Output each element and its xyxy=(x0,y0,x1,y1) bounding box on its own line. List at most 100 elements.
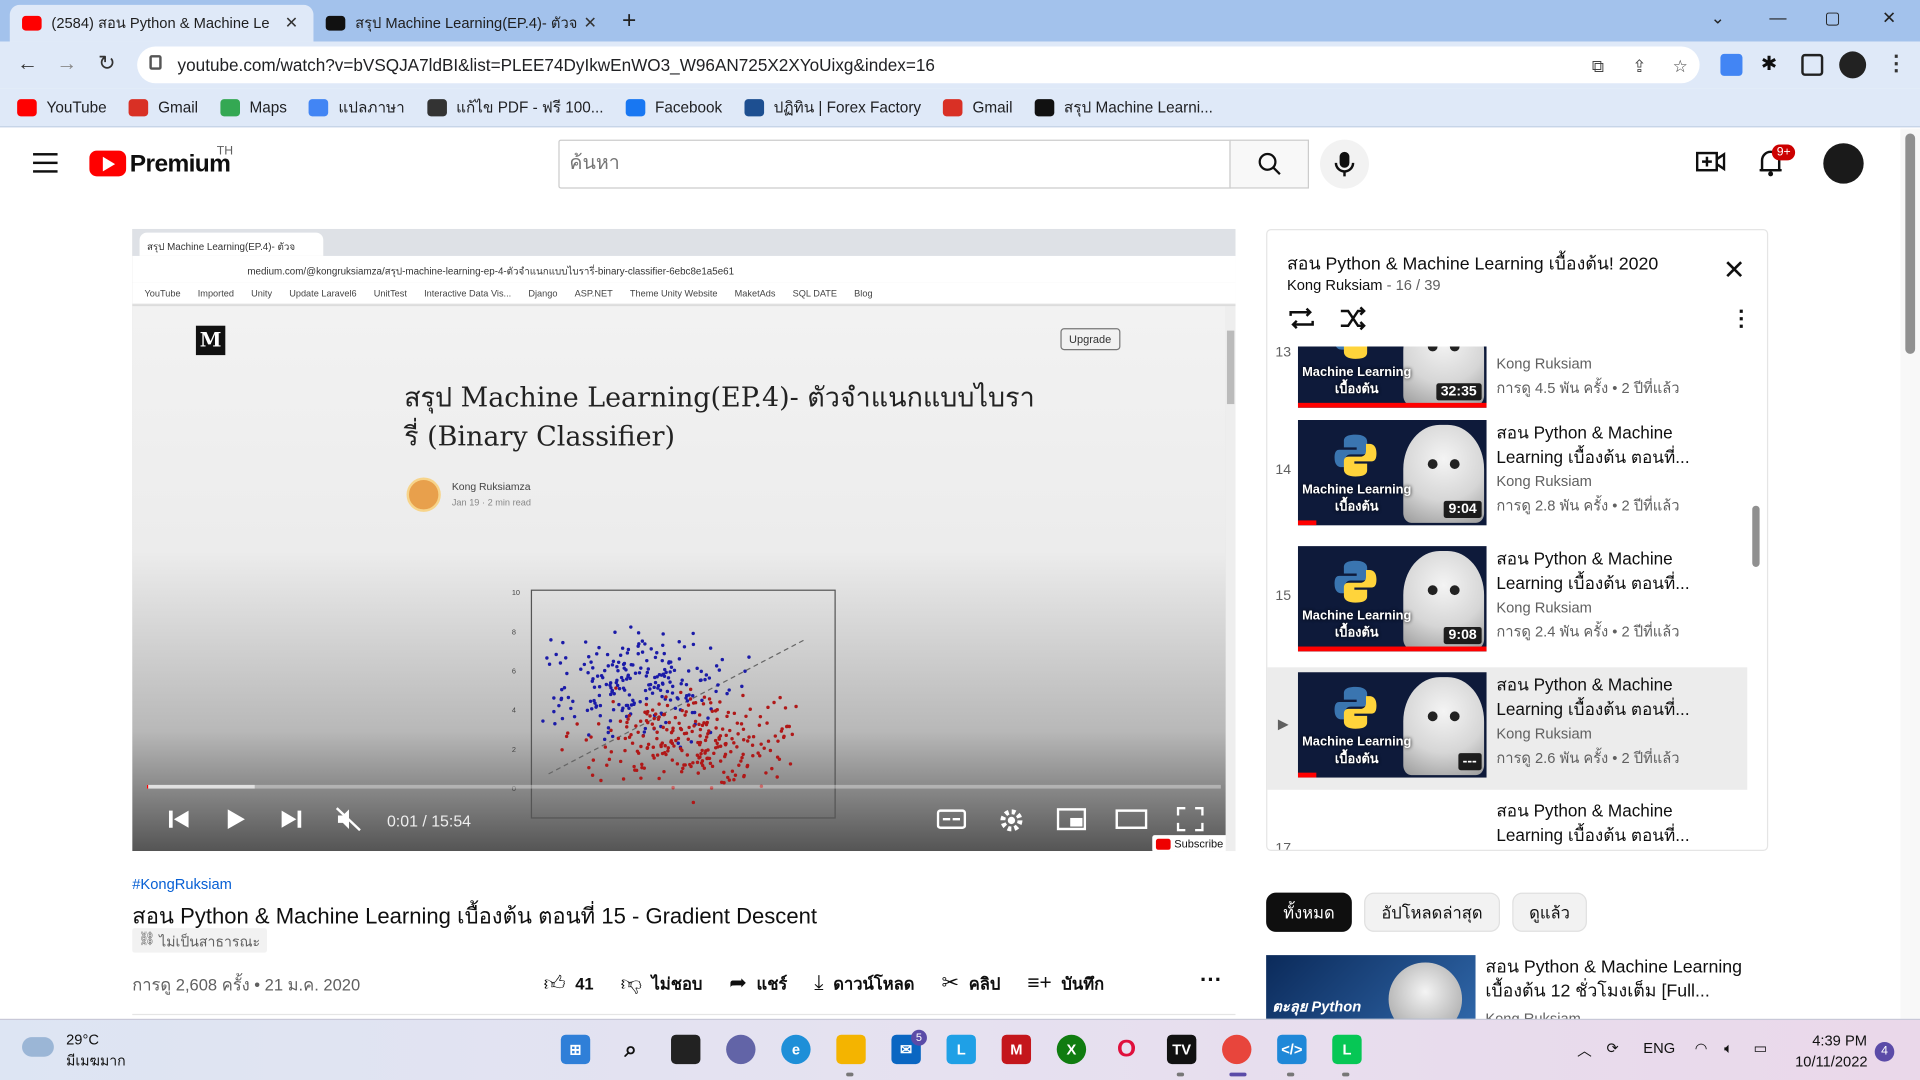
edge-browser-icon[interactable]: e xyxy=(781,1034,811,1065)
page-scrollbar-thumb[interactable] xyxy=(1905,133,1916,354)
dislike-button[interactable]: 👎︎ ไม่ชอบ xyxy=(621,970,703,997)
miniplayer-icon[interactable] xyxy=(1056,807,1087,831)
minimize-button[interactable]: — xyxy=(1769,7,1786,27)
play-icon[interactable] xyxy=(223,807,247,831)
chip-recent-uploads[interactable]: อัปโหลดล่าสุด xyxy=(1364,892,1500,932)
bookmark-item[interactable]: Facebook xyxy=(625,98,722,116)
download-button[interactable]: ⤓ ดาวน์โหลด xyxy=(814,970,914,997)
close-playlist-icon[interactable]: ✕ xyxy=(1723,255,1746,287)
loop-icon[interactable] xyxy=(1287,306,1316,330)
new-tab-button[interactable]: + xyxy=(622,7,636,35)
temperature[interactable]: 29°C xyxy=(66,1031,99,1048)
search-field[interactable] xyxy=(558,139,1231,189)
voice-search-button[interactable] xyxy=(1320,139,1369,189)
playlist-thumbnail[interactable]: Machine Learning เบื้องต้น 32:35 xyxy=(1297,346,1487,408)
video-hashtag[interactable]: #KongRuksiam xyxy=(132,876,232,893)
next-icon[interactable] xyxy=(279,807,303,831)
bookmark-item[interactable]: Maps xyxy=(220,98,287,116)
more-actions-icon[interactable]: ··· xyxy=(1200,967,1222,993)
bookmark-item[interactable]: Gmail xyxy=(128,98,198,116)
playlist-item[interactable]: 14 Machine Learning เบื้องต้น 9:04 สอน Pyth… xyxy=(1267,415,1747,537)
cloud-icon[interactable] xyxy=(22,1037,54,1057)
video-progress-bar[interactable] xyxy=(146,784,1221,789)
search-input[interactable] xyxy=(559,140,1230,188)
playlist-item[interactable]: ▶ Machine Learning เบื้องต้น --- สอน Python… xyxy=(1267,667,1748,790)
youtube-premium-logo[interactable]: Premium xyxy=(130,151,231,179)
task-view-icon[interactable] xyxy=(671,1034,701,1065)
bookmark-star-icon[interactable]: ☆ xyxy=(1673,56,1688,77)
tray-overflow-icon[interactable]: ︿ xyxy=(1577,1040,1592,1061)
chrome-icon[interactable] xyxy=(1222,1034,1252,1065)
browser-tab-medium[interactable]: สรุป Machine Learning(EP.4)- ตัวจ ✕ xyxy=(313,5,612,42)
close-tab-icon[interactable]: ✕ xyxy=(580,13,600,33)
shuffle-icon[interactable] xyxy=(1338,306,1367,331)
notification-center-badge[interactable]: 4 xyxy=(1874,1042,1895,1062)
bookmark-item[interactable]: สรุป Machine Learni... xyxy=(1034,95,1213,119)
vscode-icon[interactable]: </> xyxy=(1277,1034,1307,1065)
battery-icon[interactable]: ▭ xyxy=(1753,1040,1767,1057)
forward-button[interactable]: → xyxy=(56,51,77,75)
xbox-icon[interactable]: X xyxy=(1056,1034,1087,1065)
theater-mode-icon[interactable] xyxy=(1115,807,1148,831)
video-player[interactable]: สรุป Machine Learning(EP.4)- ตัวจ medium… xyxy=(132,228,1236,852)
volume-icon[interactable]: 🔈︎ xyxy=(1724,1040,1733,1058)
sync-icon[interactable]: ⟳ xyxy=(1607,1040,1619,1057)
clip-button[interactable]: ✂ คลิป xyxy=(941,970,1000,997)
reload-button[interactable]: ↻ xyxy=(98,51,115,75)
weather-condition[interactable]: มีเมฆมาก xyxy=(66,1051,126,1073)
recommended-thumbnail[interactable]: ตะลุย Python xyxy=(1266,955,1476,1019)
playlist-more-icon[interactable]: ⋮ xyxy=(1730,306,1752,332)
playlist-item[interactable]: 15 Machine Learning เบื้องต้น 9:08 สอน Pyth… xyxy=(1267,541,1747,663)
bookmark-item[interactable]: แก้ไข PDF - ฟรี 100... xyxy=(426,95,604,119)
search-icon[interactable]: ⌕ xyxy=(616,1035,645,1064)
fullscreen-icon[interactable] xyxy=(1176,806,1204,832)
page-scrollbar[interactable] xyxy=(1900,128,1920,1019)
captions-icon[interactable] xyxy=(936,807,967,831)
tab-search-icon[interactable]: ⌄ xyxy=(1711,7,1725,28)
chip-watched[interactable]: ดูแล้ว xyxy=(1512,892,1588,932)
extensions-puzzle-icon[interactable]: ✱ xyxy=(1761,51,1783,75)
side-panel-icon[interactable] xyxy=(1801,53,1824,76)
chip-all[interactable]: ทั้งหมด xyxy=(1266,892,1352,932)
profile-avatar-icon[interactable] xyxy=(1839,51,1867,79)
clock-date[interactable]: 10/11/2022 xyxy=(1795,1053,1867,1070)
share-icon[interactable]: ⇪ xyxy=(1632,56,1646,77)
maximize-button[interactable]: ▢ xyxy=(1825,7,1841,28)
recommended-video[interactable]: ตะลุย Python สอน Python & Machine Learni… xyxy=(1266,955,1768,1027)
playlist-item[interactable]: 17 สอน Python & Machine Learning เบื้องต้… xyxy=(1267,793,1747,850)
bookmark-item[interactable]: YouTube xyxy=(17,98,107,116)
open-in-app-icon[interactable]: ⧉ xyxy=(1592,56,1604,77)
address-bar[interactable]: youtube.com/watch?v=bVSQJA7ldBI&list=PLE… xyxy=(137,46,1700,84)
playlist-item[interactable]: 13 Machine Learning เบื้องต้น 32:35 Kong Ru… xyxy=(1267,346,1747,420)
bookmark-item[interactable]: ปฏิทิน | Forex Factory xyxy=(744,95,921,119)
chat-icon[interactable] xyxy=(726,1034,756,1065)
clock-time[interactable]: 4:39 PM xyxy=(1812,1032,1867,1049)
playlist-thumbnail[interactable]: Machine Learning เบื้องต้น 9:08 xyxy=(1297,546,1487,652)
line-icon[interactable]: L xyxy=(1332,1034,1362,1065)
translate-extension-icon[interactable] xyxy=(1720,53,1743,76)
share-button[interactable]: ➦ แชร์ xyxy=(729,970,787,997)
l-app-icon[interactable]: L xyxy=(946,1034,976,1065)
browser-menu-icon[interactable]: ⋮ xyxy=(1886,51,1907,75)
file-explorer-icon[interactable] xyxy=(836,1034,866,1065)
muted-volume-icon[interactable] xyxy=(335,807,363,832)
create-video-icon[interactable] xyxy=(1695,148,1726,175)
mcafee-icon[interactable]: M xyxy=(1001,1034,1032,1065)
tradingview-icon[interactable]: TV xyxy=(1166,1034,1197,1065)
browser-tab-youtube[interactable]: (2584) สอน Python & Machine Le ✕ xyxy=(9,4,314,42)
recommended-title[interactable]: สอน Python & Machine Learning เบื้องต้น … xyxy=(1485,955,1767,1004)
menu-icon[interactable] xyxy=(33,153,58,179)
save-button[interactable]: ≡+ บันทึก xyxy=(1027,970,1104,997)
wifi-icon[interactable]: ◠ xyxy=(1695,1040,1708,1057)
playlist-thumbnail[interactable]: Machine Learning เบื้องต้น 9:04 xyxy=(1297,420,1487,526)
close-tab-icon[interactable]: ✕ xyxy=(282,13,302,33)
previous-icon[interactable] xyxy=(167,807,191,831)
language-indicator[interactable]: ENG xyxy=(1643,1040,1675,1057)
opera-icon[interactable]: O xyxy=(1112,1035,1141,1064)
back-button[interactable]: ← xyxy=(17,51,38,75)
youtube-logo-icon[interactable] xyxy=(89,150,127,177)
playlist-title[interactable]: สอน Python & Machine Learning เบื้องต้น!… xyxy=(1287,250,1658,278)
bookmark-item[interactable]: Gmail xyxy=(943,98,1012,116)
account-avatar[interactable] xyxy=(1823,143,1864,184)
playlist-channel[interactable]: Kong Ruksiam xyxy=(1287,277,1383,294)
